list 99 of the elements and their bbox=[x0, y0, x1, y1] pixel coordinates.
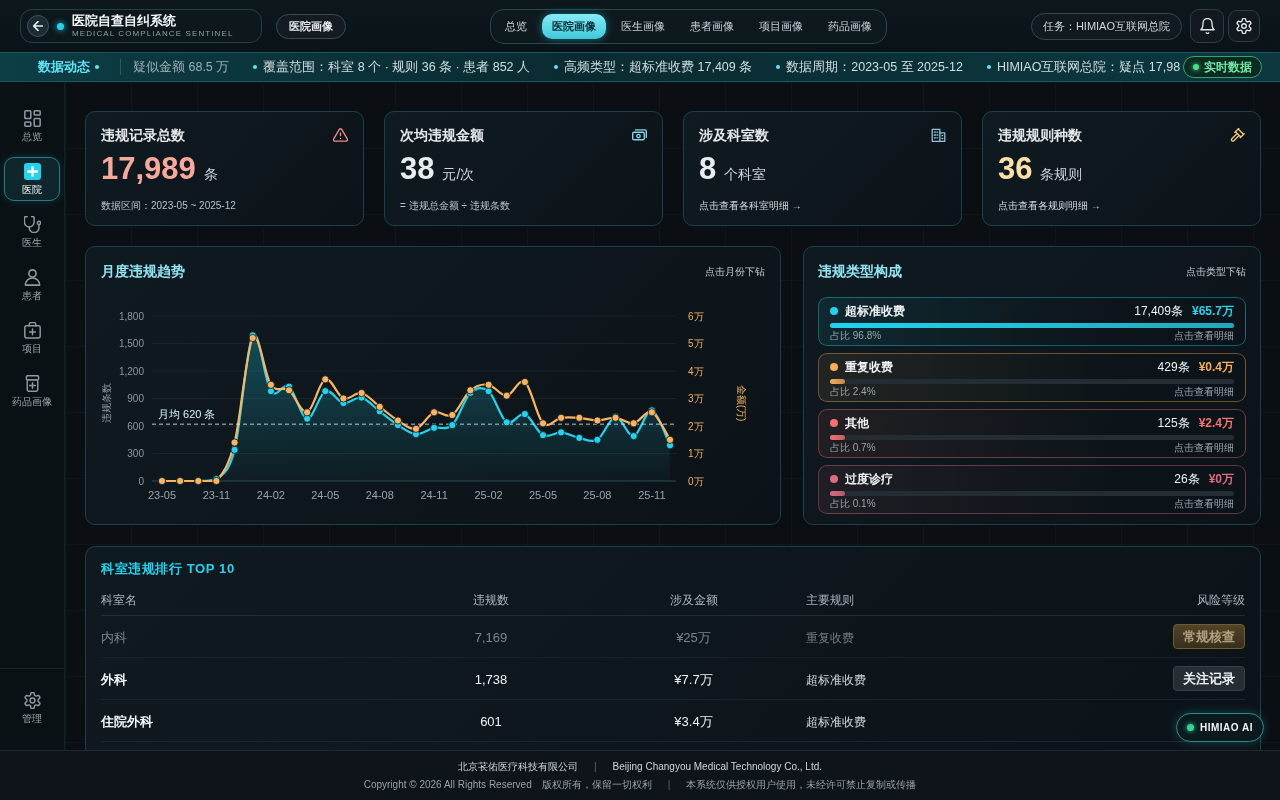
ticker-text: 疑似金额 68.5 万 bbox=[133, 58, 230, 76]
card-title: 违规记录总数 bbox=[101, 125, 185, 145]
table-cell: 1,738 bbox=[474, 671, 508, 687]
axis-tick-label: 23-11 bbox=[202, 489, 231, 501]
table-cell: 外科 bbox=[101, 671, 127, 687]
axis-tick-label: 600 bbox=[127, 420, 144, 432]
footer-text: 版权所有，保留一切权利 bbox=[541, 778, 652, 792]
table-cell: ¥25万 bbox=[676, 629, 711, 645]
card-title: 违规规则种数 bbox=[998, 125, 1082, 145]
column-header: 风险等级 bbox=[1197, 592, 1245, 607]
axis-tick-label: 24-11 bbox=[420, 489, 448, 501]
axis-tick-label: 1万 bbox=[688, 448, 704, 459]
panel-hint: 点击月份下钻 bbox=[705, 264, 765, 279]
axis-title: 违规条数 bbox=[101, 383, 112, 423]
stat-value: 8 bbox=[699, 151, 717, 187]
table-cell: 7,169 bbox=[474, 629, 508, 645]
app-subtitle: MEDICAL COMPLIANCE SENTINEL bbox=[72, 29, 234, 39]
column-header: 涉及金额 bbox=[669, 592, 718, 607]
axis-tick-label: 300 bbox=[127, 448, 144, 459]
table-cell: 601 bbox=[480, 713, 502, 729]
live-data-label: 实时数据 bbox=[1204, 59, 1252, 76]
task-badge: 任务：HIMIAO互联网总院 bbox=[1030, 12, 1182, 40]
axis-tick-label: 1,200 bbox=[118, 365, 144, 377]
axis-tick-label: 0 bbox=[138, 475, 144, 487]
card-note: = 违规总金额 ÷ 违规条数 bbox=[400, 199, 510, 213]
column-header: 科室名 bbox=[101, 592, 137, 607]
share-text: 占比 0.1% bbox=[830, 498, 876, 510]
stat-value: 36 bbox=[998, 151, 1033, 187]
type-name: 其他 bbox=[845, 414, 869, 432]
column-header: 违规数 bbox=[473, 592, 509, 607]
table-cell: 住院外科 bbox=[101, 713, 153, 729]
average-label: 月均 620 条 bbox=[158, 408, 216, 421]
axis-tick-label: 1,800 bbox=[118, 310, 144, 322]
table-cell: 超标准收费 bbox=[806, 672, 866, 687]
axis-tick-label: 24-08 bbox=[365, 489, 394, 501]
type-count: 17,409条 bbox=[1134, 302, 1183, 320]
axis-tick-label: 3万 bbox=[688, 393, 704, 404]
footer-text: 北京苌佑医疗科技有限公司 bbox=[458, 760, 578, 774]
axis-tick-label: 1,500 bbox=[118, 338, 144, 349]
card-title: 涉及科室数 bbox=[699, 125, 769, 145]
axis-tick-label: 900 bbox=[127, 393, 144, 404]
card-title: 次均违规金额 bbox=[400, 125, 484, 145]
panel-hint: 点击类型下钻 bbox=[1186, 264, 1246, 279]
ticker-text: 高频类型：超标准收费 17,409 条 bbox=[564, 58, 753, 76]
table-cell: ¥3.4万 bbox=[674, 713, 713, 729]
separator-mark: | bbox=[667, 778, 671, 792]
ticker-text: HIMIAO互联网总院：疑点 17,98 bbox=[996, 58, 1181, 76]
share-text: 占比 0.7% bbox=[830, 442, 876, 454]
table-cell: 内科 bbox=[101, 629, 127, 645]
type-amount: ¥0.4万 bbox=[1198, 358, 1234, 376]
axis-tick-label: 0万 bbox=[688, 475, 704, 487]
panel-title: 违规类型构成 bbox=[818, 261, 902, 281]
type-count: 429条 bbox=[1157, 358, 1190, 376]
axis-tick-label: 4万 bbox=[688, 365, 704, 377]
table-cell: 超标准收费 bbox=[806, 714, 866, 729]
ticker-text: 覆盖范围：科室 8 个 · 规则 36 条 · 患者 852 人 bbox=[263, 58, 531, 76]
axis-tick-label: 25-08 bbox=[583, 489, 612, 501]
footer-text: Beijing Changyou Medical Technology Co., Ltd. bbox=[612, 760, 822, 774]
share-text: 占比 2.4% bbox=[830, 386, 876, 398]
axis-tick-label: 6万 bbox=[688, 310, 704, 322]
axis-title: 金额(万) bbox=[736, 384, 747, 422]
table-cell: ¥7.7万 bbox=[674, 671, 713, 687]
risk-tag: 关注记录 bbox=[1173, 665, 1245, 692]
type-count: 26条 bbox=[1174, 470, 1200, 488]
column-header: 主要规则 bbox=[806, 592, 854, 607]
page-badge: 医院画像 bbox=[276, 13, 346, 39]
axis-tick-label: 24-02 bbox=[256, 489, 285, 501]
axis-tick-label: 23-05 bbox=[147, 489, 177, 501]
type-amount: ¥0万 bbox=[1208, 470, 1234, 488]
separator-mark: | bbox=[594, 760, 597, 774]
app-title: 医院自查自纠系统 bbox=[72, 13, 177, 28]
table-cell: 重复收费 bbox=[806, 630, 854, 645]
type-name: 过度诊疗 bbox=[845, 470, 893, 488]
type-amount: ¥65.7万 bbox=[1191, 302, 1234, 320]
ticker-text: 数据周期：2023-05 至 2025-12 bbox=[786, 58, 963, 76]
type-name: 重复收费 bbox=[845, 358, 893, 376]
stat-unit: 条规则 bbox=[1040, 165, 1083, 184]
axis-tick-label: 2万 bbox=[688, 420, 704, 432]
stat-unit: 个科室 bbox=[724, 165, 767, 184]
ticker-label: 数据动态 bbox=[38, 58, 90, 77]
axis-tick-label: 25-11 bbox=[638, 489, 666, 501]
stat-value: 17,989 bbox=[101, 151, 196, 187]
panel-title: 月度违规趋势 bbox=[101, 261, 185, 281]
stat-unit: 条 bbox=[203, 165, 218, 184]
stat-unit: 元/次 bbox=[442, 165, 475, 184]
card-note: 数据区间：2023-05 ~ 2025-12 bbox=[101, 199, 236, 213]
type-amount: ¥2.4万 bbox=[1198, 414, 1234, 432]
risk-tag: 常规核查 bbox=[1173, 623, 1245, 650]
axis-tick-label: 5万 bbox=[688, 338, 704, 349]
stat-value: 38 bbox=[400, 151, 435, 187]
axis-tick-label: 24-05 bbox=[311, 489, 340, 501]
footer-text: Copyright © 2026 All Rights Reserved bbox=[363, 778, 532, 792]
footer-text: 本系统仅供授权用户使用，未经许可禁止复制或传播 bbox=[686, 778, 917, 792]
type-name: 超标准收费 bbox=[845, 302, 905, 320]
axis-tick-label: 25-02 bbox=[474, 489, 503, 501]
panel-title: 科室违规排行 TOP 10 bbox=[101, 560, 235, 578]
share-text: 占比 96.8% bbox=[830, 330, 882, 342]
type-count: 125条 bbox=[1157, 414, 1190, 432]
axis-tick-label: 25-05 bbox=[528, 489, 558, 501]
